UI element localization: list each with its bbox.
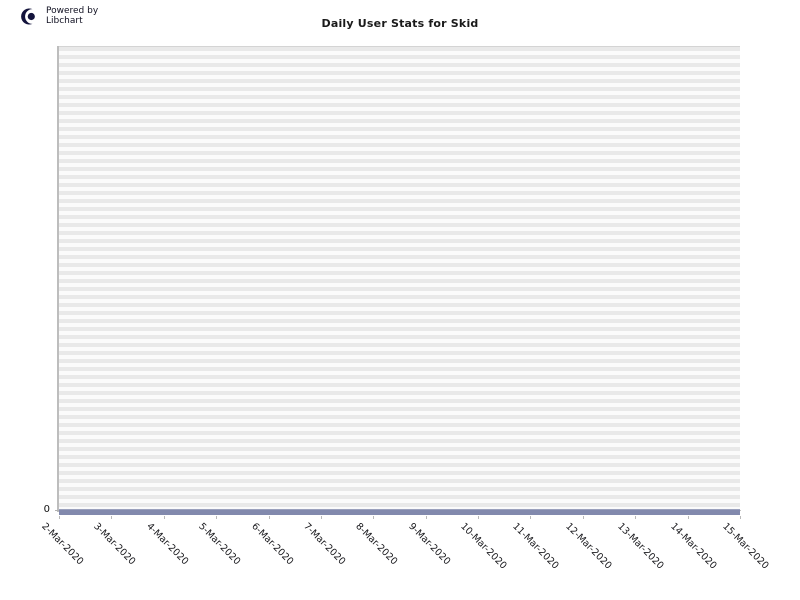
x-axis-tick	[426, 516, 427, 519]
x-axis-tick-label: 11-Mar-2020	[510, 521, 561, 572]
x-axis-tick-label: 6-Mar-2020	[249, 521, 296, 568]
x-axis-tick-label: 4-Mar-2020	[144, 521, 191, 568]
y-axis-tick	[55, 510, 59, 511]
x-axis-tick	[583, 516, 584, 519]
x-axis-tick	[216, 516, 217, 519]
x-axis-tick	[688, 516, 689, 519]
x-axis-tick	[164, 516, 165, 519]
x-axis-tick	[111, 516, 112, 519]
x-axis-tick-label: 3-Mar-2020	[91, 521, 138, 568]
x-axis-tick-label: 5-Mar-2020	[196, 521, 243, 568]
series-line-daily-users	[59, 510, 740, 515]
x-axis-tick	[635, 516, 636, 519]
x-axis-tick-label: 14-Mar-2020	[668, 521, 719, 572]
x-axis-tick-label: 7-Mar-2020	[301, 521, 348, 568]
x-axis-tick-label: 9-Mar-2020	[406, 521, 453, 568]
x-axis-tick	[740, 516, 741, 519]
y-axis-tick-label: 0	[43, 504, 50, 515]
plot-area-gridlines	[59, 47, 740, 510]
x-axis-tick-label: 13-Mar-2020	[615, 521, 666, 572]
x-axis-tick	[59, 516, 60, 519]
x-axis-tick	[478, 516, 479, 519]
x-axis-tick	[321, 516, 322, 519]
x-axis-tick	[269, 516, 270, 519]
x-axis-tick	[373, 516, 374, 519]
y-axis-line	[57, 46, 59, 512]
x-axis-tick	[530, 516, 531, 519]
x-axis-tick-label: 2-Mar-2020	[39, 521, 86, 568]
x-axis-tick-label: 12-Mar-2020	[563, 521, 614, 572]
x-axis-tick-label: 8-Mar-2020	[353, 521, 400, 568]
chart-canvas: 0 2-Mar-2020 3-Mar-2020 4-Mar-2020 5-Mar-20…	[0, 0, 800, 600]
x-axis-tick-label: 15-Mar-2020	[720, 521, 771, 572]
x-axis-tick-label: 10-Mar-2020	[458, 521, 509, 572]
